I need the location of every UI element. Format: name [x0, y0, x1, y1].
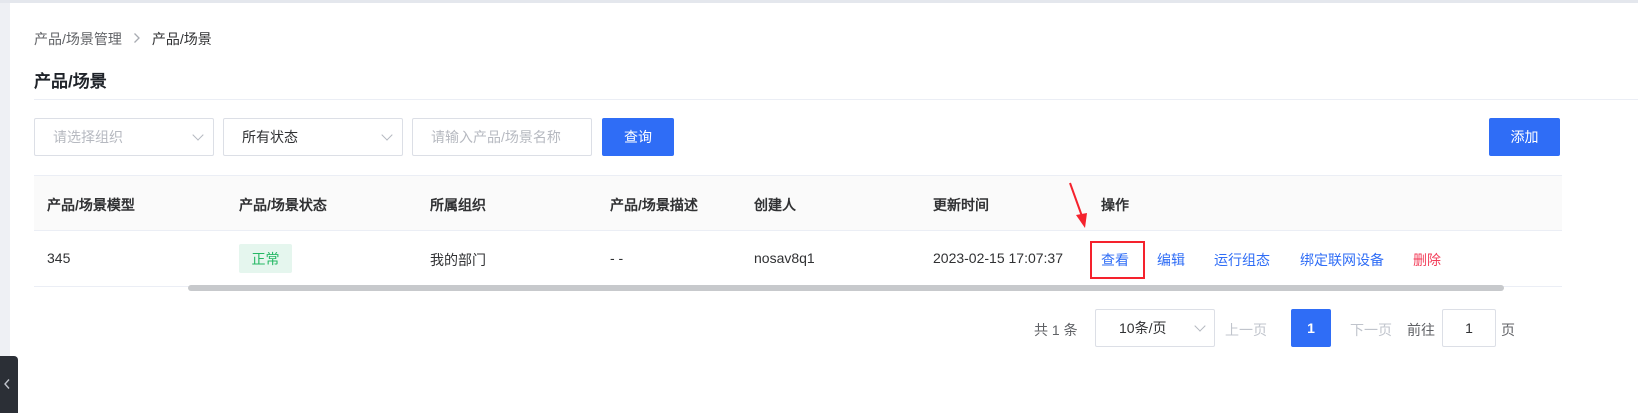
delete-link[interactable]: 删除: [1413, 250, 1441, 270]
horizontal-scrollbar[interactable]: [188, 285, 1504, 291]
table-header: 产品/场景模型 产品/场景状态 所属组织 产品/场景描述 创建人 更新时间 操作: [34, 175, 1562, 231]
sidebar-collapse-toggle[interactable]: [0, 356, 18, 413]
chevron-down-icon: [381, 129, 393, 141]
column-header-creator: 创建人: [754, 197, 796, 213]
page-size-value: 10条/页: [1119, 320, 1167, 336]
chevron-down-icon: [192, 129, 204, 141]
column-header-org: 所属组织: [430, 197, 486, 213]
goto-unit-label: 页: [1501, 322, 1515, 338]
divider: [34, 99, 1638, 100]
cell-creator: nosav8q1: [754, 250, 815, 266]
chevron-down-icon: [1194, 320, 1206, 332]
view-link[interactable]: 查看: [1101, 250, 1129, 270]
cell-description: - -: [610, 250, 624, 266]
column-header-description: 产品/场景描述: [610, 197, 698, 213]
page-size-select[interactable]: 10条/页: [1095, 309, 1215, 347]
next-page-button[interactable]: 下一页: [1350, 320, 1392, 340]
table-row: 345 正常 我的部门 - - nosav8q1 2023-02-15 17:0…: [34, 231, 1562, 287]
goto-label: 前往: [1407, 322, 1435, 338]
edit-link[interactable]: 编辑: [1157, 250, 1185, 270]
query-button[interactable]: 查询: [602, 118, 674, 156]
main-panel: 产品/场景管理 产品/场景 产品/场景 请选择组织 所有状态 查询 添加 产品/…: [10, 3, 1638, 413]
breadcrumb-current: 产品/场景: [151, 31, 212, 47]
goto-page-input[interactable]: [1442, 309, 1496, 347]
bind-device-link[interactable]: 绑定联网设备: [1300, 250, 1384, 270]
run-config-link[interactable]: 运行组态: [1214, 250, 1270, 270]
status-select[interactable]: 所有状态: [223, 118, 403, 156]
chevron-right-icon: [133, 32, 141, 47]
page-number-current[interactable]: 1: [1291, 309, 1331, 347]
column-header-model: 产品/场景模型: [47, 197, 135, 213]
add-button[interactable]: 添加: [1489, 118, 1560, 156]
column-header-actions: 操作: [1101, 197, 1129, 213]
cell-org: 我的部门: [430, 252, 486, 268]
cell-updated: 2023-02-15 17:07:37: [933, 250, 1063, 266]
name-search-input[interactable]: [412, 118, 592, 156]
org-select-placeholder: 请选择组织: [53, 129, 123, 145]
org-select[interactable]: 请选择组织: [34, 118, 214, 156]
status-badge: 正常: [239, 244, 292, 273]
red-arrow-icon: [1069, 182, 1087, 228]
status-select-value: 所有状态: [242, 129, 298, 145]
prev-page-button[interactable]: 上一页: [1225, 320, 1267, 340]
cell-model: 345: [47, 250, 71, 266]
breadcrumb: 产品/场景管理 产品/场景: [34, 29, 212, 49]
breadcrumb-parent-link[interactable]: 产品/场景管理: [34, 29, 122, 49]
chevron-left-icon: [4, 379, 10, 389]
pagination-total: 共 1 条: [1034, 322, 1078, 338]
column-header-status: 产品/场景状态: [239, 197, 327, 213]
column-header-updated: 更新时间: [933, 197, 989, 213]
page-title: 产品/场景: [34, 72, 107, 91]
